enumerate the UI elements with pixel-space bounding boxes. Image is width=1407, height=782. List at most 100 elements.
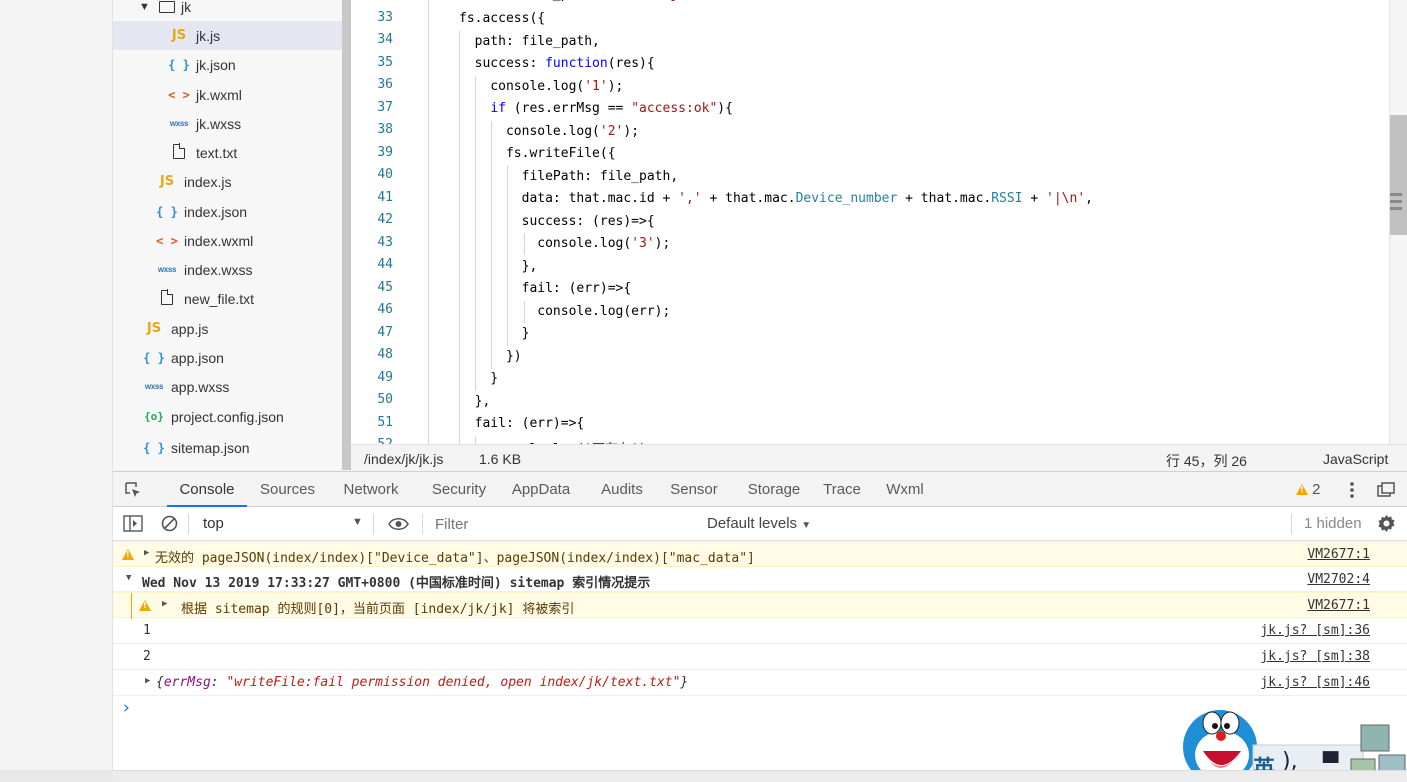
tab-appdata[interactable]: AppData: [500, 472, 582, 507]
source-link[interactable]: jk.js? [sm]:36: [1260, 623, 1370, 638]
tree-item-jk-wxss[interactable]: wxss jk.wxss: [113, 109, 342, 138]
tab-security[interactable]: Security: [419, 472, 499, 507]
console-toolbar: top ▼ Default levels ▼ 1 hidden: [113, 507, 1407, 541]
clear-console-icon[interactable]: [161, 515, 178, 536]
code-line-46: console.log(err);: [459, 304, 671, 319]
expand-arrow-icon[interactable]: ▶: [162, 599, 167, 609]
file-tree-scrollbar[interactable]: [342, 0, 351, 470]
hidden-messages-count: 1 hidden: [1304, 515, 1362, 532]
source-link[interactable]: VM2702:4: [1307, 572, 1370, 587]
code-line-35: success: function(res){: [459, 56, 655, 71]
console-message: Wed Nov 13 2019 17:33:27 GMT+0800 (中国标准时…: [142, 576, 651, 591]
tree-item-label: index.js: [184, 173, 232, 190]
tree-item-index-wxml[interactable]: < > index.wxml: [113, 226, 342, 255]
tree-item-jk-js[interactable]: JS jk.js: [113, 21, 342, 50]
config-file-icon: {o}: [144, 410, 164, 423]
tab-storage[interactable]: Storage: [733, 472, 815, 507]
code-line-47: }: [459, 326, 530, 341]
code-editor[interactable]: 32 33 34 35 36 37 38 39 40 41 42 43 44 45 46 47 48 49 50 51…: [351, 0, 1389, 444]
console-object-row[interactable]: ▶ {errMsg: "writeFile:fail permission de…: [113, 670, 1407, 696]
tree-item-label: project.config.json: [171, 408, 284, 425]
tab-wxml[interactable]: Wxml: [877, 472, 933, 507]
live-expression-eye-icon[interactable]: [388, 517, 409, 535]
line-number: 35: [377, 54, 393, 70]
js-file-icon: JS: [146, 321, 162, 336]
folder-open-icon: [159, 0, 175, 13]
console-warning-row[interactable]: ▶ 根据 sitemap 的规则[0]，当前页面 [index/jk/jk] 将…: [113, 592, 1407, 619]
tab-sources[interactable]: Sources: [250, 472, 325, 507]
tab-network[interactable]: Network: [331, 472, 411, 507]
console-warning-row[interactable]: ▶ 无效的 pageJSON(index/index)["Device_data…: [113, 541, 1407, 567]
context-selector[interactable]: top ▼: [195, 507, 365, 540]
code-line-51: fail: (err)=>{: [459, 416, 585, 431]
tree-item-app-json[interactable]: { } app.json: [113, 343, 342, 372]
tree-item-label: app.json: [171, 349, 224, 366]
code-line-50: },: [459, 394, 491, 409]
tree-item-label: app.wxss: [171, 378, 230, 395]
more-options-icon[interactable]: [1347, 480, 1357, 500]
filter-input[interactable]: [429, 511, 697, 537]
warning-indicator[interactable]: 2: [1296, 481, 1321, 498]
line-number: 36: [377, 77, 393, 92]
code-line-44: },: [459, 259, 538, 274]
file-path: /index/jk/jk.js: [364, 451, 444, 467]
inspect-element-icon[interactable]: [124, 481, 142, 499]
log-levels-dropdown[interactable]: Default levels ▼: [707, 515, 811, 532]
tree-item-label: index.json: [184, 203, 248, 220]
devtools-tabbar: Console Sources Network Security AppData Audi…: [113, 471, 1407, 507]
line-number: 45: [377, 279, 393, 295]
undock-icon[interactable]: [1377, 482, 1395, 498]
cursor-position[interactable]: 行 45，列 26: [1166, 451, 1247, 471]
prompt-chevron-icon: ›: [123, 698, 130, 718]
warning-count: 2: [1312, 481, 1321, 498]
tree-item-jk-json[interactable]: { } jk.json: [113, 50, 342, 79]
folder-jk[interactable]: ▼ jk: [113, 0, 342, 21]
tree-item-sitemap-json[interactable]: { } sitemap.json: [113, 433, 342, 462]
tree-item-app-js[interactable]: JS app.js: [113, 314, 342, 343]
source-link[interactable]: jk.js? [sm]:38: [1260, 649, 1370, 664]
warning-icon: [139, 600, 151, 611]
line-number: 32: [351, 0, 393, 2]
console-log-row[interactable]: 1 jk.js? [sm]:36: [113, 618, 1407, 644]
expand-arrow-icon[interactable]: ▶: [144, 548, 149, 558]
tree-item-index-js[interactable]: JS index.js: [113, 167, 342, 196]
source-link[interactable]: VM2677:1: [1307, 547, 1370, 562]
text-file-icon: [168, 143, 190, 162]
tree-item-label: index.wxml: [184, 232, 254, 249]
code-line-39: fs.writeFile({: [459, 146, 616, 161]
console-settings-gear-icon[interactable]: [1377, 514, 1396, 537]
console-log-row[interactable]: 2 jk.js? [sm]:38: [113, 644, 1407, 670]
tree-item-new-file-txt[interactable]: new_file.txt: [113, 284, 342, 313]
tree-item-label: text.txt: [196, 144, 238, 161]
tab-trace[interactable]: Trace: [813, 472, 871, 507]
scrollbar-thumb[interactable]: [1390, 115, 1407, 235]
text-file-icon: [156, 289, 178, 308]
source-link[interactable]: VM2677:1: [1307, 598, 1370, 613]
tab-sensor[interactable]: Sensor: [660, 472, 728, 507]
tree-item-index-wxss[interactable]: wxss index.wxss: [113, 255, 342, 284]
expand-arrow-icon[interactable]: ▶: [145, 676, 150, 686]
activity-sidebar: [0, 0, 113, 782]
sidebar-toggle-icon[interactable]: [123, 515, 143, 537]
console-message: 无效的 pageJSON(index/index)["Device_data"]…: [155, 551, 755, 566]
wxss-file-icon: wxss: [157, 265, 177, 274]
collapse-arrow-icon[interactable]: ▼: [126, 573, 131, 583]
editor-scrollbar[interactable]: [1389, 0, 1407, 444]
tree-item-project-config-json[interactable]: {o} project.config.json: [113, 402, 342, 431]
tree-item-jk-wxml[interactable]: < > jk.wxml: [113, 80, 342, 109]
chevron-down-icon: ▼: [139, 0, 150, 13]
tree-item-label: jk.json: [196, 56, 236, 73]
line-number: 34: [377, 32, 393, 47]
code-line-37: if (res.errMsg == "access:ok"){: [490, 101, 733, 116]
tree-item-index-json[interactable]: { } index.json: [113, 197, 342, 226]
tree-item-text-txt[interactable]: text.txt: [113, 138, 342, 167]
warning-icon: [1296, 484, 1308, 495]
tab-audits[interactable]: Audits: [589, 472, 655, 507]
language-mode[interactable]: JavaScript: [1323, 451, 1388, 467]
console-group-row[interactable]: ▼ Wed Nov 13 2019 17:33:27 GMT+0800 (中国标…: [113, 567, 1407, 592]
source-link[interactable]: jk.js? [sm]:46: [1260, 675, 1370, 690]
json-file-icon: { }: [168, 57, 190, 72]
tree-item-app-wxss[interactable]: wxss app.wxss: [113, 372, 342, 401]
tree-item-label: jk.wxml: [196, 86, 242, 103]
tab-console[interactable]: Console: [167, 472, 247, 507]
